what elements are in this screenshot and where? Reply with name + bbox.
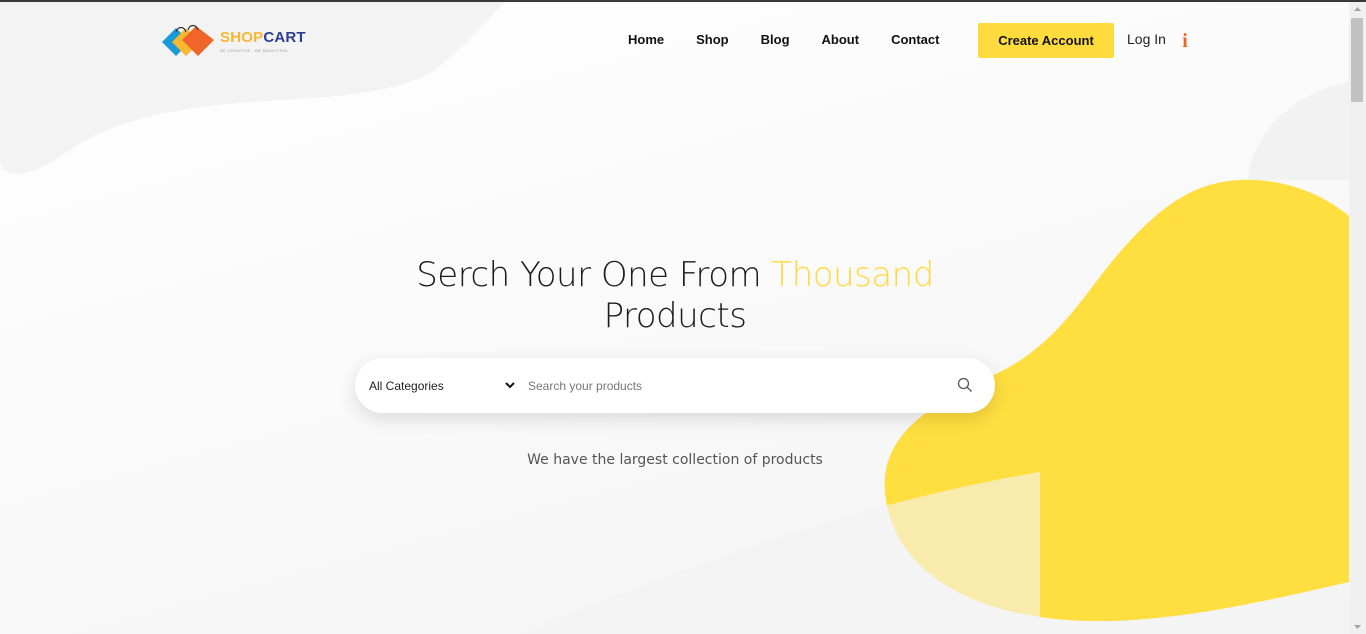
nav-shop[interactable]: Shop <box>696 30 729 50</box>
login-link[interactable]: Log In <box>1127 31 1166 47</box>
shopping-bags-icon <box>162 24 214 56</box>
search-input[interactable] <box>526 369 930 402</box>
logo[interactable]: SHOPCART BE CREATIVE · BE BEAUTIFUL <box>160 21 330 61</box>
scroll-down-arrow-icon[interactable] <box>1349 620 1366 634</box>
info-icon[interactable]: i <box>1179 30 1191 52</box>
nav-contact[interactable]: Contact <box>891 30 939 50</box>
hero-title-part1: Serch Your One From <box>416 255 772 295</box>
page: SHOPCART BE CREATIVE · BE BEAUTIFUL Home… <box>0 2 1349 634</box>
create-account-button[interactable]: Create Account <box>978 23 1114 58</box>
chevron-down-icon <box>505 381 515 388</box>
scrollbar-thumb[interactable] <box>1351 18 1363 102</box>
nav-about[interactable]: About <box>822 30 860 50</box>
product-search-bar: All Categories <box>355 358 995 413</box>
logo-text: SHOPCART BE CREATIVE · BE BEAUTIFUL <box>220 28 306 53</box>
scroll-up-arrow-icon[interactable] <box>1349 2 1366 16</box>
brand-name: SHOPCART <box>220 28 306 46</box>
hero-title-part2: Products <box>603 296 747 336</box>
main-nav: Home Shop Blog About Contact <box>612 30 955 50</box>
search-icon[interactable] <box>957 377 973 393</box>
nav-home[interactable]: Home <box>628 30 664 50</box>
nav-blog[interactable]: Blog <box>761 30 790 50</box>
brand-tagline: BE CREATIVE · BE BEAUTIFUL <box>220 47 289 53</box>
hero-subtitle: We have the largest collection of produc… <box>527 452 823 468</box>
category-select[interactable]: All Categories <box>369 374 515 398</box>
brand-name-cart: CART <box>263 28 306 46</box>
brand-name-shop: SHOP <box>220 28 264 46</box>
vertical-scrollbar[interactable] <box>1349 2 1366 634</box>
hero-title-accent: Thousand <box>771 255 934 295</box>
window-top-border <box>0 0 1366 2</box>
category-select-value: All Categories <box>369 378 444 393</box>
hero-title: Serch Your One From Thousand Products <box>330 255 1020 337</box>
